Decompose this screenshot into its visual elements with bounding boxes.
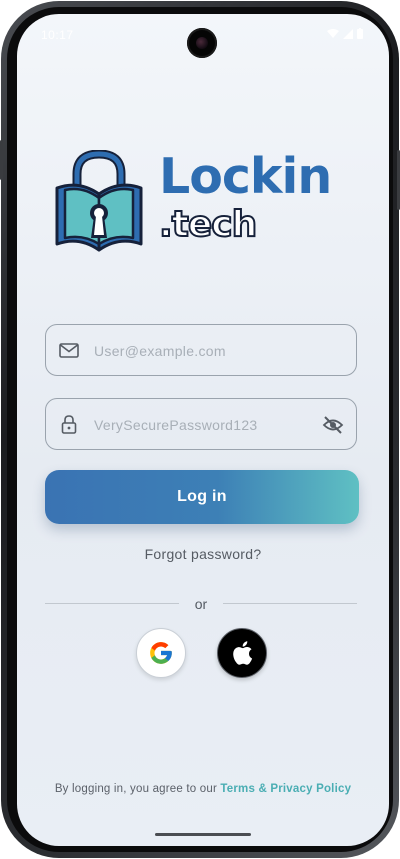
terms-prefix-text: By logging in, you agree to our <box>54 783 221 795</box>
divider-line-right <box>223 603 357 604</box>
app-screen: 10:17 Lockin .tech User@example.com Log … <box>17 14 389 846</box>
email-field[interactable] <box>45 324 357 377</box>
terms-privacy-link[interactable]: Terms & Privacy Policy <box>220 783 351 795</box>
forgot-password-link[interactable]: Forgot password? <box>17 546 389 562</box>
password-input[interactable] <box>92 399 316 451</box>
google-sign-in-button[interactable] <box>136 628 186 678</box>
mail-icon <box>59 343 79 358</box>
email-input[interactable] <box>92 325 316 377</box>
apple-icon <box>233 641 253 665</box>
terms-notice: By logging in, you agree to our Terms & … <box>17 783 389 795</box>
signal-icon <box>343 28 353 39</box>
login-button[interactable]: Log in <box>45 470 359 524</box>
divider-label: or <box>194 596 208 612</box>
volume-button <box>0 140 3 180</box>
status-icons <box>327 28 363 39</box>
apple-sign-in-button[interactable] <box>217 628 267 678</box>
status-time: 10:17 <box>41 28 74 42</box>
lock-icon <box>61 415 77 434</box>
password-field[interactable] <box>45 398 357 451</box>
battery-icon <box>357 28 363 39</box>
home-indicator[interactable] <box>155 833 251 836</box>
lock-book-icon <box>55 150 143 252</box>
eye-off-icon[interactable] <box>322 414 344 436</box>
or-divider: or <box>45 596 357 612</box>
logo-domain-text: .tech <box>158 203 258 246</box>
logo: Lockin .tech <box>53 148 363 252</box>
google-icon <box>150 642 172 664</box>
wifi-icon <box>327 28 339 38</box>
logo-brand-text: Lockin <box>159 148 332 205</box>
front-camera <box>187 28 217 58</box>
